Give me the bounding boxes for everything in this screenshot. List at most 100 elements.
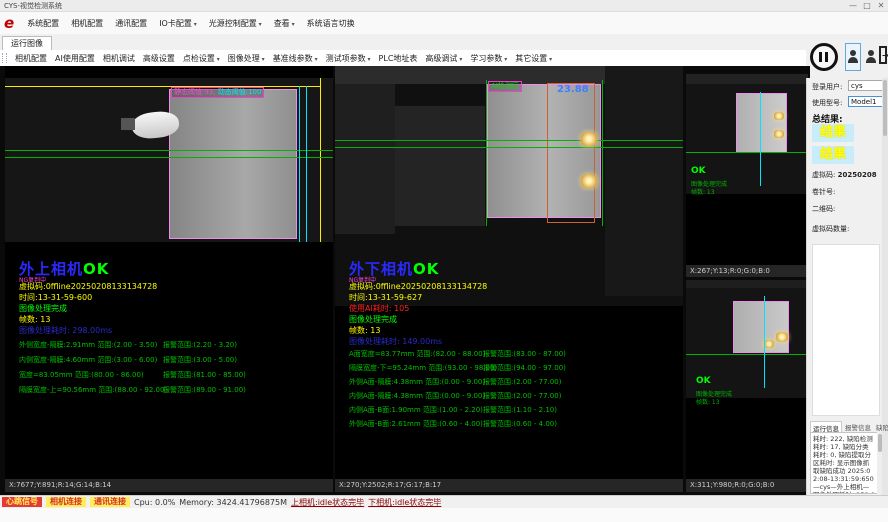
left-cyan-vline-2	[306, 86, 307, 242]
middle-ai-roi-box	[547, 83, 595, 223]
title-bar: CYS-视觉检测系统	[0, 0, 888, 12]
tool-test-params[interactable]: 测试项参数	[322, 51, 375, 66]
middle-time: 时间:13-31-59-627	[349, 293, 422, 303]
left-green-line-1	[5, 150, 333, 151]
result-box-1: 结果	[812, 124, 854, 142]
middle-camera-view[interactable]: AI检测区 23.88 外下相机OK NG复判中 虚拟码:0ffline2025…	[335, 66, 683, 479]
middle-done-text: 图像处理完成	[349, 315, 397, 325]
menu-view[interactable]: 查看	[269, 15, 300, 32]
left-coords-bar: X:7677;Y:891;R:14;G:14;B:14	[5, 479, 333, 492]
virtual-code-row: 虚拟码: 20250208	[812, 170, 877, 180]
left-virtual-code: 虚拟码:0ffline20250208133134728	[19, 282, 157, 292]
thumb-bottom-camera-view[interactable]: OK 图像处理完成 帧数: 13	[686, 280, 808, 479]
left-frame-count: 帧数: 13	[19, 315, 50, 325]
tool-learning-params[interactable]: 学习参数	[466, 51, 511, 66]
left-threshold-label: 静态阈值:93, 动态阈值:100	[171, 87, 264, 98]
left-done-text: 图像处理完成	[19, 304, 67, 314]
user-icon	[847, 50, 859, 64]
pause-button[interactable]	[810, 43, 838, 71]
tool-advanced-settings[interactable]: 高级设置	[139, 51, 179, 66]
left-camera-view[interactable]: 静态阈值:93, 动态阈值:100 外上相机OK NG复判中 虚拟码:0ffli…	[5, 66, 333, 479]
left-green-line-2	[5, 157, 333, 158]
model-label: 使用型号:	[812, 98, 842, 108]
thumb-bottom-line2: 帧数: 13	[696, 397, 720, 406]
vcode-count-label: 虚拟码数量:	[812, 224, 849, 234]
log-tabs: 运行信息 报警信息 缺陷信息	[810, 421, 884, 432]
qr-code-label: 二维码:	[812, 204, 835, 214]
user-settings-icon	[865, 50, 877, 64]
middle-ai-elapsed: 使用AI耗时: 105	[349, 304, 409, 314]
log-tab-run-info[interactable]: 运行信息	[810, 421, 842, 432]
thumb-bottom-coords-bar: X:311;Y:980;R:0;G:0;B:0	[686, 479, 808, 492]
camera-connect-chip: 相机连接	[46, 497, 86, 507]
menu-language-switch[interactable]: 系统语言切换	[302, 15, 360, 32]
toolbar: 相机配置 AI使用配置 相机调试 高级设置 点检设置 图像处理 基准线参数 测试…	[0, 50, 806, 67]
heartbeat-status-chip: 心跳信号	[2, 497, 42, 507]
left-yellow-line	[5, 86, 321, 87]
left-roller-holder	[121, 118, 135, 130]
tab-strip: 运行图像	[0, 34, 888, 51]
bottom-camera-status[interactable]: 下相机:idle状态完毕	[368, 497, 441, 508]
middle-bright-tab-1	[581, 132, 597, 146]
middle-virtual-code: 虚拟码:0ffline20250208133134728	[349, 282, 487, 292]
left-roi-box	[169, 89, 297, 239]
model-value[interactable]: Model1	[848, 96, 884, 107]
middle-green-line-2	[335, 147, 683, 148]
exit-button[interactable]: →	[879, 44, 888, 70]
tool-camera-debug[interactable]: 相机调试	[99, 51, 139, 66]
minimize-button[interactable]: —	[846, 0, 860, 12]
left-elapsed: 图像处理耗时: 298.00ms	[19, 326, 112, 336]
tool-spot-check[interactable]: 点检设置	[179, 51, 224, 66]
tool-ai-use-config[interactable]: AI使用配置	[51, 51, 99, 66]
log-tab-alarm-info[interactable]: 报警信息	[843, 421, 873, 432]
top-camera-status[interactable]: 上相机:idle状态完毕	[291, 497, 364, 508]
result-box-2: 结果	[812, 146, 854, 164]
sidebar-scrollbar[interactable]	[882, 78, 888, 495]
menu-comm-config[interactable]: 通讯配置	[110, 15, 152, 32]
app-logo-icon: e	[4, 13, 14, 33]
log-text[interactable]: 耗时: 222, 缺陷检测耗时: 17, 缺陷分类耗时: 0, 缺陷提取分区耗时…	[810, 432, 882, 494]
middle-elapsed: 图像处理耗时: 149.00ms	[349, 337, 442, 347]
menu-io-config[interactable]: IO卡配置	[154, 15, 202, 32]
tool-plc-address[interactable]: PLC地址表	[375, 51, 422, 66]
login-user-label: 登录用户:	[812, 82, 842, 92]
toolbar-grip[interactable]	[2, 53, 7, 63]
menu-light-config[interactable]: 光源控制配置	[204, 15, 267, 32]
login-user-value[interactable]: cys	[848, 80, 884, 91]
tab-run-image[interactable]: 运行图像	[2, 36, 52, 51]
middle-frame-count: 帧数: 13	[349, 326, 380, 336]
comm-connect-chip: 通讯连接	[90, 497, 130, 507]
left-time: 时间:13-31-59-600	[19, 293, 92, 303]
log-tab-defect-info[interactable]: 缺陷信息	[874, 421, 888, 432]
middle-coords-bar: X:270;Y:2502;R:17;G:17;B:17	[335, 479, 683, 492]
sidebar-scrollbar-thumb[interactable]	[883, 80, 887, 136]
cpu-usage: Cpu: 0.0%	[134, 498, 175, 507]
thumb-top-ok: OK	[691, 166, 706, 176]
thumb-top-line2: 帧数: 13	[691, 187, 715, 196]
tool-other-settings[interactable]: 其它设置	[511, 51, 556, 66]
left-yellow-vline	[320, 78, 321, 242]
tool-image-processing[interactable]: 图像处理	[224, 51, 269, 66]
middle-bright-tab-2	[581, 174, 597, 188]
menu-system-config[interactable]: 系统配置	[22, 15, 64, 32]
middle-green-line-1	[335, 140, 683, 141]
close-button[interactable]: ✕	[874, 0, 888, 12]
menu-camera-config[interactable]: 相机配置	[66, 15, 108, 32]
tool-camera-config[interactable]: 相机配置	[11, 51, 51, 66]
current-user-button[interactable]	[845, 43, 861, 71]
log-scrollbar[interactable]	[877, 432, 882, 494]
middle-ai-area-label: AI检测区	[488, 81, 522, 92]
maximize-button[interactable]: □	[860, 0, 874, 12]
status-bar: 心跳信号 相机连接 通讯连接 Cpu: 0.0% Memory: 3424.41…	[0, 495, 888, 508]
menu-bar: e 系统配置 相机配置 通讯配置 IO卡配置 光源控制配置 查看 系统语言切换	[0, 12, 888, 35]
tool-baseline-params[interactable]: 基准线参数	[269, 51, 322, 66]
user-manage-button[interactable]	[864, 47, 877, 67]
reel-number-label: 卷针号:	[812, 187, 835, 197]
tool-advanced-debug[interactable]: 高级调试	[421, 51, 466, 66]
thumb-top-camera-view[interactable]: OK 图像处理完成 帧数: 13	[686, 74, 808, 265]
log-panel[interactable]: 耗时: 222, 缺陷检测耗时: 17, 缺陷分类耗时: 0, 缺陷提取分区耗时…	[810, 432, 882, 494]
app-window: CYS-视觉检测系统 — □ ✕ e 系统配置 相机配置 通讯配置 IO卡配置 …	[0, 0, 888, 522]
sidebar-empty-panel	[812, 244, 880, 416]
middle-ai-value: 23.88	[557, 84, 589, 95]
thumb-top-coords-bar: X:267;Y:13;R:0;G:0;B:0	[686, 265, 808, 277]
